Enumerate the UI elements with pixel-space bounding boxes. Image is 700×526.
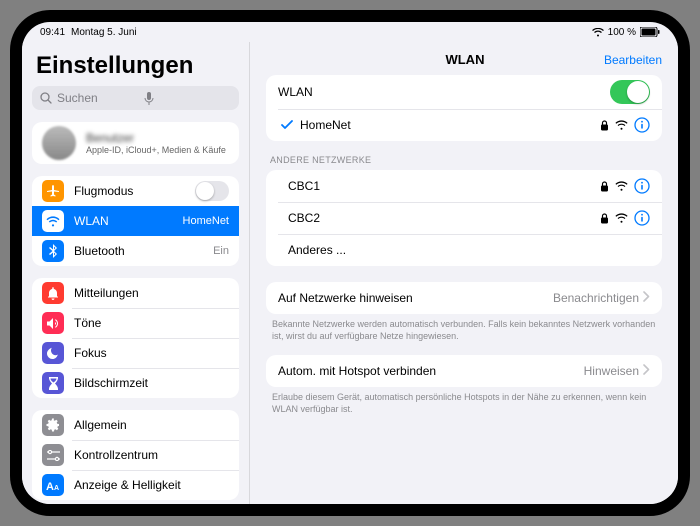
info-button[interactable] xyxy=(634,178,650,194)
mic-icon[interactable] xyxy=(144,92,231,105)
wifi-icon xyxy=(592,28,604,37)
battery-icon xyxy=(640,27,660,37)
focus-label: Fokus xyxy=(74,346,229,360)
wlan-label: WLAN xyxy=(74,214,183,228)
sidebar-item-sounds[interactable]: Töne xyxy=(32,308,239,338)
status-battery-text: 100 % xyxy=(608,27,636,38)
chevron-right-icon xyxy=(643,291,650,305)
sidebar-item-airplane[interactable]: Flugmodus xyxy=(32,176,239,206)
bluetooth-detail: Ein xyxy=(213,245,229,257)
network-name: CBC1 xyxy=(288,179,600,193)
network-name: CBC2 xyxy=(288,211,600,225)
page-title: Einstellungen xyxy=(36,52,235,80)
hotspot-value: Hinweisen xyxy=(584,364,639,378)
display-label: Anzeige & Helligkeit xyxy=(74,478,229,492)
airplane-toggle[interactable] xyxy=(195,181,229,201)
hotspot-label: Autom. mit Hotspot verbinden xyxy=(278,364,584,378)
lock-icon xyxy=(600,120,609,131)
chevron-right-icon xyxy=(643,364,650,378)
account-row[interactable]: Benutzer Apple-ID, iCloud+, Medien & Käu… xyxy=(32,122,239,164)
control-center-label: Kontrollzentrum xyxy=(74,448,229,462)
network-row-other[interactable]: Anderes ... xyxy=(266,234,662,266)
wlan-detail: HomeNet xyxy=(183,215,229,227)
network-row-cbc1[interactable]: CBC1 xyxy=(266,170,662,202)
svg-text:A: A xyxy=(54,485,59,491)
status-date: Montag 5. Juni xyxy=(71,27,137,38)
ask-value: Benachrichtigen xyxy=(553,291,639,305)
account-sub: Apple-ID, iCloud+, Medien & Käufe xyxy=(86,145,226,155)
status-bar: 09:41 Montag 5. Juni 100 % xyxy=(22,22,678,42)
ask-label: Auf Netzwerke hinweisen xyxy=(278,291,553,305)
screentime-label: Bildschirmzeit xyxy=(74,376,229,390)
checkmark-icon xyxy=(278,120,296,130)
wifi-icon xyxy=(46,216,60,227)
notifications-label: Mitteilungen xyxy=(74,286,229,300)
sidebar-item-wlan[interactable]: WLAN HomeNet xyxy=(32,206,239,236)
bluetooth-icon xyxy=(49,244,57,258)
other-network-label: Anderes ... xyxy=(288,243,650,257)
search-icon xyxy=(40,92,52,104)
sounds-label: Töne xyxy=(74,316,229,330)
wifi-icon xyxy=(615,181,628,191)
svg-text:A: A xyxy=(46,481,54,491)
speaker-icon xyxy=(47,318,60,329)
hourglass-icon xyxy=(48,377,59,390)
wlan-toggle[interactable] xyxy=(610,80,650,104)
lock-icon xyxy=(600,213,609,224)
info-button[interactable] xyxy=(634,117,650,133)
wlan-detail-pane: WLAN Bearbeiten WLAN HomeNet xyxy=(250,42,678,504)
account-name: Benutzer xyxy=(86,131,226,145)
lock-icon xyxy=(600,181,609,192)
hotspot-footer: Erlaube diesem Gerät, automatisch persön… xyxy=(266,387,662,420)
connected-network-row[interactable]: HomeNet xyxy=(266,109,662,141)
wlan-toggle-label: WLAN xyxy=(278,85,610,99)
sidebar-item-display[interactable]: AA Anzeige & Helligkeit xyxy=(32,470,239,500)
sliders-icon xyxy=(47,450,60,461)
connected-network-name: HomeNet xyxy=(300,118,600,132)
airplane-label: Flugmodus xyxy=(74,184,195,198)
bluetooth-label: Bluetooth xyxy=(74,244,213,258)
bell-icon xyxy=(47,287,59,300)
gear-icon xyxy=(46,418,60,432)
wifi-icon xyxy=(615,213,628,223)
settings-sidebar: Einstellungen Suchen Benutzer Apple-ID, … xyxy=(22,42,249,504)
text-size-icon: AA xyxy=(46,480,60,491)
ask-footer: Bekannte Netzwerke werden automatisch ve… xyxy=(266,314,662,347)
sidebar-item-bluetooth[interactable]: Bluetooth Ein xyxy=(32,236,239,266)
sidebar-item-screentime[interactable]: Bildschirmzeit xyxy=(32,368,239,398)
moon-icon xyxy=(47,347,59,359)
edit-button[interactable]: Bearbeiten xyxy=(604,53,662,67)
sidebar-item-general[interactable]: Allgemein xyxy=(32,410,239,440)
status-time: 09:41 xyxy=(40,27,65,38)
avatar xyxy=(42,126,76,160)
airplane-icon xyxy=(46,184,60,198)
search-placeholder: Suchen xyxy=(57,91,144,105)
sidebar-item-focus[interactable]: Fokus xyxy=(32,338,239,368)
ask-to-join-row[interactable]: Auf Netzwerke hinweisen Benachrichtigen xyxy=(266,282,662,314)
sidebar-item-notifications[interactable]: Mitteilungen xyxy=(32,278,239,308)
wlan-toggle-row: WLAN xyxy=(266,75,662,109)
other-networks-header: ANDERE NETZWERKE xyxy=(270,155,658,165)
auto-hotspot-row[interactable]: Autom. mit Hotspot verbinden Hinweisen xyxy=(266,355,662,387)
network-row-cbc2[interactable]: CBC2 xyxy=(266,202,662,234)
search-input[interactable]: Suchen xyxy=(32,86,239,110)
wifi-icon xyxy=(615,120,628,130)
general-label: Allgemein xyxy=(74,418,229,432)
info-button[interactable] xyxy=(634,210,650,226)
detail-title: WLAN xyxy=(326,52,604,67)
sidebar-item-control-center[interactable]: Kontrollzentrum xyxy=(32,440,239,470)
